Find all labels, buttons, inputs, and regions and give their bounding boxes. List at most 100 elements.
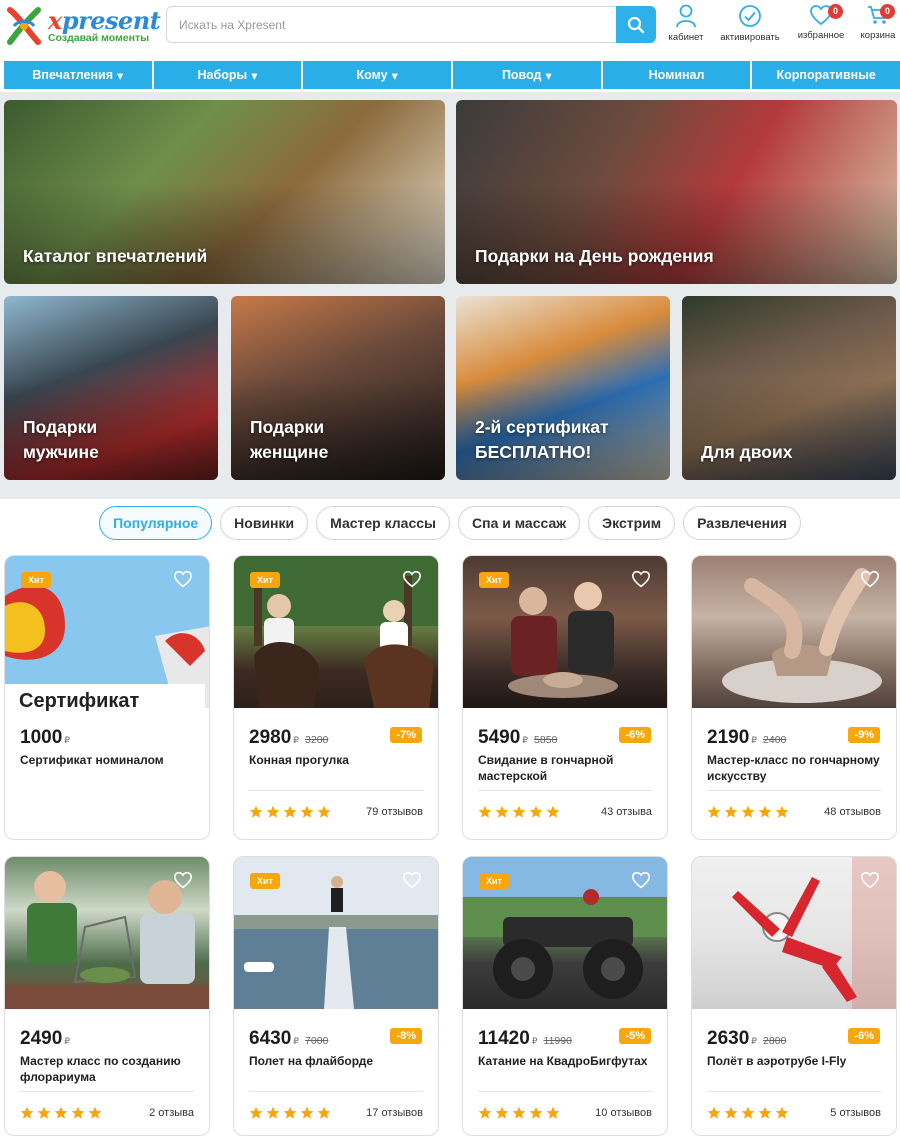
banner-for-two[interactable]: Для двоих bbox=[682, 296, 896, 480]
product-card[interactable]: Хит 11420 ₽11990 -5% Катание на КвадроБиг… bbox=[462, 856, 668, 1136]
review-count[interactable]: 5 отзывов bbox=[830, 1107, 881, 1119]
chevron-down-icon: ▾ bbox=[545, 68, 552, 83]
review-count[interactable]: 79 отзывов bbox=[366, 806, 423, 818]
star-icon bbox=[249, 805, 263, 818]
review-count[interactable]: 2 отзыва bbox=[149, 1107, 194, 1119]
heart-icon[interactable] bbox=[860, 871, 880, 889]
old-price: 11990 bbox=[543, 1035, 572, 1047]
product-price: 5490 ₽5850 bbox=[478, 727, 558, 748]
hit-badge: Хит bbox=[21, 572, 51, 588]
star-icon bbox=[546, 1106, 560, 1119]
star-icon bbox=[300, 1106, 314, 1119]
favorites-count-badge: 0 bbox=[828, 4, 843, 19]
product-card[interactable]: Хит 6430 ₽7000 -8% Полет на флайборде 17 … bbox=[233, 856, 439, 1136]
card-divider bbox=[249, 1091, 423, 1092]
banner-title: Каталог впечатлений bbox=[23, 245, 208, 266]
logo-mark-icon bbox=[7, 7, 41, 45]
old-price: 2800 bbox=[763, 1035, 787, 1047]
tab-spa[interactable]: Спа и массаж bbox=[458, 506, 581, 540]
product-name: Мастер-класс по гончарному искусству bbox=[707, 753, 880, 784]
nav-corporate[interactable]: Корпоративные bbox=[750, 61, 900, 89]
nav-recipient[interactable]: Кому ▾ bbox=[301, 61, 452, 89]
banner-for-women[interactable]: Подарки женщине bbox=[231, 296, 445, 480]
banner-shade bbox=[682, 378, 896, 480]
hit-badge: Хит bbox=[479, 873, 509, 889]
promo-banners: Каталог впечатлений Подарки на День рожд… bbox=[0, 92, 900, 499]
star-icon bbox=[707, 805, 721, 818]
star-icon bbox=[249, 1106, 263, 1119]
product-card[interactable]: 2630 ₽2800 -6% Полёт в аэротрубе I-Fly 5 … bbox=[691, 856, 897, 1136]
search-input[interactable] bbox=[167, 7, 617, 42]
review-count[interactable]: 43 отзыва bbox=[601, 806, 652, 818]
old-price: 5850 bbox=[534, 734, 558, 746]
nav-label: Кому bbox=[356, 68, 388, 82]
logo[interactable]: xpresent Создавай моменты bbox=[4, 4, 164, 48]
rating-stars bbox=[249, 1106, 331, 1120]
product-price: 2980 ₽3200 bbox=[249, 727, 329, 748]
card-divider bbox=[478, 1091, 652, 1092]
nav-label: Впечатления bbox=[32, 68, 114, 82]
account-link[interactable]: кабинет bbox=[651, 4, 721, 48]
product-name: Свидание в гончарной мастерской bbox=[478, 753, 614, 784]
product-name: Мастер класс по созданию флорариума bbox=[20, 1054, 181, 1085]
search-button[interactable] bbox=[616, 6, 656, 43]
star-icon bbox=[758, 805, 772, 818]
nav-occasion[interactable]: Повод ▾ bbox=[451, 61, 601, 89]
star-icon bbox=[529, 805, 543, 818]
product-card[interactable]: 2490 ₽ Мастер класс по созданию флорариум… bbox=[4, 856, 210, 1136]
cart-link[interactable]: 0 корзина bbox=[843, 4, 900, 48]
nav-nominal[interactable]: Номинал bbox=[600, 61, 751, 89]
heart-icon[interactable] bbox=[860, 570, 880, 588]
tab-master-classes[interactable]: Мастер классы bbox=[316, 506, 450, 540]
heart-icon[interactable] bbox=[402, 871, 422, 889]
cart-label: корзина bbox=[860, 30, 896, 41]
certificate-image-text: Сертификат bbox=[19, 690, 140, 712]
star-icon bbox=[266, 805, 280, 818]
product-price: 2190 ₽2400 bbox=[707, 727, 787, 748]
banner-shade bbox=[4, 182, 445, 284]
heart-icon[interactable] bbox=[173, 871, 193, 889]
product-card[interactable]: Хит 5490 ₽5850 -6% Свидание в гончарной м… bbox=[462, 555, 668, 840]
heart-icon[interactable] bbox=[631, 871, 651, 889]
product-card[interactable]: Сертификат Хит 1000 ₽ Сертификат номинало… bbox=[4, 555, 210, 840]
product-name: Полет на флайборде bbox=[249, 1054, 374, 1068]
tab-extreme[interactable]: Экстрим bbox=[588, 506, 676, 540]
hit-badge: Хит bbox=[479, 572, 509, 588]
star-icon bbox=[546, 805, 560, 818]
star-icon bbox=[758, 1106, 772, 1119]
star-icon bbox=[741, 805, 755, 818]
heart-icon[interactable] bbox=[631, 570, 651, 588]
star-icon bbox=[283, 1106, 297, 1119]
banner-for-men[interactable]: Подарки мужчине bbox=[4, 296, 218, 480]
banner-title: 2-й сертификат БЕСПЛАТНО! bbox=[475, 417, 609, 462]
rating-stars bbox=[478, 1106, 560, 1120]
star-icon bbox=[775, 805, 789, 818]
product-price: 2630 ₽2800 bbox=[707, 1028, 787, 1049]
star-icon bbox=[71, 1106, 85, 1119]
hit-badge: Хит bbox=[250, 873, 280, 889]
review-count[interactable]: 48 отзывов bbox=[824, 806, 881, 818]
old-price: 3200 bbox=[305, 734, 329, 746]
discount-badge: -7% bbox=[390, 727, 422, 743]
chevron-down-icon: ▾ bbox=[391, 68, 398, 83]
heart-icon[interactable] bbox=[173, 570, 193, 588]
tab-popular[interactable]: Популярное bbox=[99, 506, 213, 540]
star-icon bbox=[724, 1106, 738, 1119]
nav-label: Наборы bbox=[197, 68, 248, 82]
review-count[interactable]: 10 отзывов bbox=[595, 1107, 652, 1119]
star-icon bbox=[478, 1106, 492, 1119]
discount-badge: -5% bbox=[619, 1028, 651, 1044]
tab-new[interactable]: Новинки bbox=[220, 506, 309, 540]
banner-catalog[interactable]: Каталог впечатлений bbox=[4, 100, 445, 284]
activate-link[interactable]: активировать bbox=[715, 4, 785, 48]
banner-second-free[interactable]: 2-й сертификат БЕСПЛАТНО! bbox=[456, 296, 670, 480]
product-card[interactable]: Хит 2980 ₽3200 -7% Конная прогулка 79 отз… bbox=[233, 555, 439, 840]
star-icon bbox=[512, 1106, 526, 1119]
nav-impressions[interactable]: Впечатления ▾ bbox=[4, 61, 152, 89]
review-count[interactable]: 17 отзывов bbox=[366, 1107, 423, 1119]
product-card[interactable]: 2190 ₽2400 -9% Мастер-класс по гончарному… bbox=[691, 555, 897, 840]
tab-entertainment[interactable]: Развлечения bbox=[683, 506, 801, 540]
heart-icon[interactable] bbox=[402, 570, 422, 588]
banner-birthday[interactable]: Подарки на День рождения bbox=[456, 100, 897, 284]
nav-sets[interactable]: Наборы ▾ bbox=[151, 61, 302, 89]
